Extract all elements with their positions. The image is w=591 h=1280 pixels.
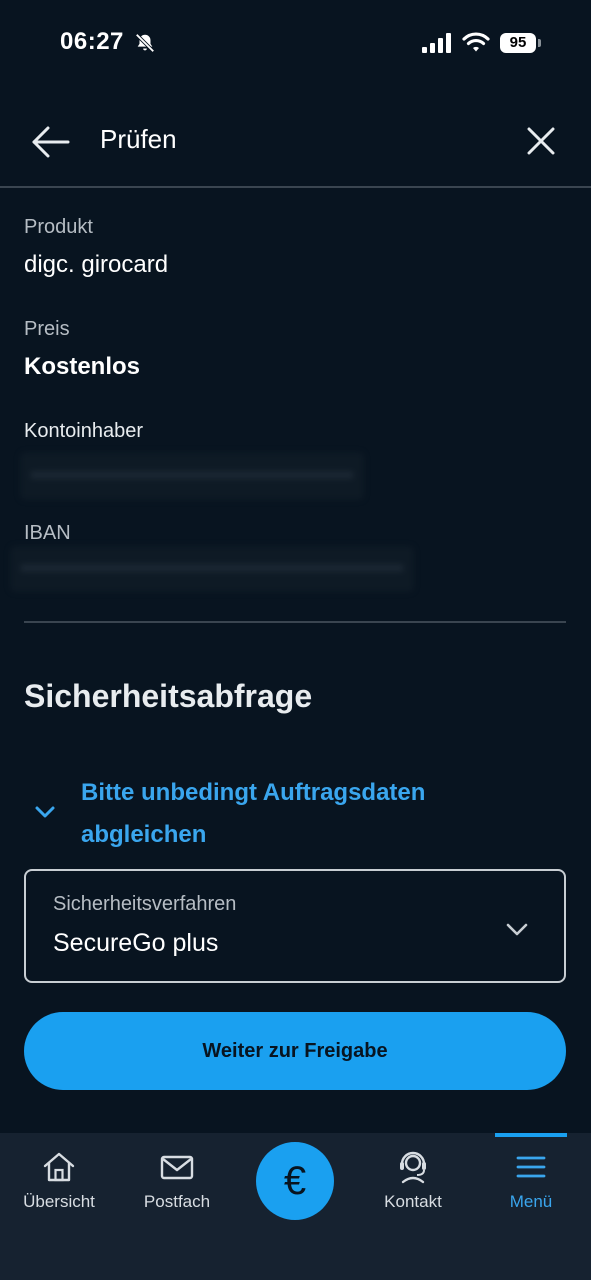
- product-value: digc. girocard: [24, 251, 169, 278]
- verify-order-data-toggle[interactable]: Bitte unbedingt Auftragsdaten abgleichen: [24, 768, 566, 858]
- screen: 06:27 95 Prüfen Produkt digc. girocard P…: [0, 0, 591, 1280]
- mail-icon: [160, 1155, 194, 1180]
- home-icon: [43, 1152, 75, 1182]
- nav-item-overview[interactable]: Übersicht: [0, 1133, 118, 1233]
- page-title: Prüfen: [100, 124, 177, 154]
- arrow-left-icon: [32, 126, 70, 158]
- nav-label-inbox: Postfach: [143, 1192, 211, 1211]
- euro-icon[interactable]: €: [256, 1142, 334, 1220]
- account-holder-redacted: [20, 452, 364, 500]
- menu-icon: [516, 1156, 546, 1178]
- wifi-icon: [462, 32, 490, 52]
- status-time: 06:27: [60, 28, 124, 55]
- iban-redacted: [10, 546, 414, 592]
- nav-label-overview: Übersicht: [23, 1192, 95, 1211]
- price-value: Kostenlos: [24, 353, 141, 380]
- divider: [24, 621, 566, 623]
- bell-slash-icon: [135, 33, 155, 53]
- security-method-label: Sicherheitsverfahren: [53, 893, 237, 915]
- headset-icon: [400, 1151, 426, 1184]
- nav-label-contact: Kontakt: [384, 1192, 442, 1211]
- security-method-value: SecureGo plus: [53, 929, 219, 957]
- price-label: Preis: [24, 318, 70, 340]
- signal-icon: [422, 33, 451, 53]
- status-bar: 06:27 95: [0, 0, 591, 90]
- back-button[interactable]: [24, 116, 76, 168]
- header: Prüfen: [0, 100, 591, 188]
- verify-order-data-text: Bitte unbedingt Auftragsdaten abgleichen: [81, 779, 426, 848]
- security-method-select[interactable]: Sicherheitsverfahren SecureGo plus: [24, 869, 566, 983]
- account-holder-label: Kontoinhaber: [24, 420, 143, 442]
- nav-label-menu: Menü: [509, 1192, 553, 1211]
- close-icon: [527, 127, 555, 155]
- nav-item-contact[interactable]: Kontakt: [354, 1133, 472, 1233]
- chevron-down-icon: [35, 806, 55, 818]
- close-button[interactable]: [516, 116, 566, 166]
- battery-icon: 95: [500, 33, 536, 53]
- product-label: Produkt: [24, 216, 93, 238]
- continue-to-approval-button[interactable]: Weiter zur Freigabe: [24, 1012, 566, 1090]
- iban-label: IBAN: [24, 522, 71, 544]
- battery-tip: [538, 39, 541, 47]
- chevron-down-icon: [506, 923, 528, 936]
- nav-item-menu[interactable]: Menü: [472, 1133, 590, 1233]
- nav-item-inbox[interactable]: Postfach: [118, 1133, 236, 1233]
- section-title: Sicherheitsabfrage: [24, 678, 313, 714]
